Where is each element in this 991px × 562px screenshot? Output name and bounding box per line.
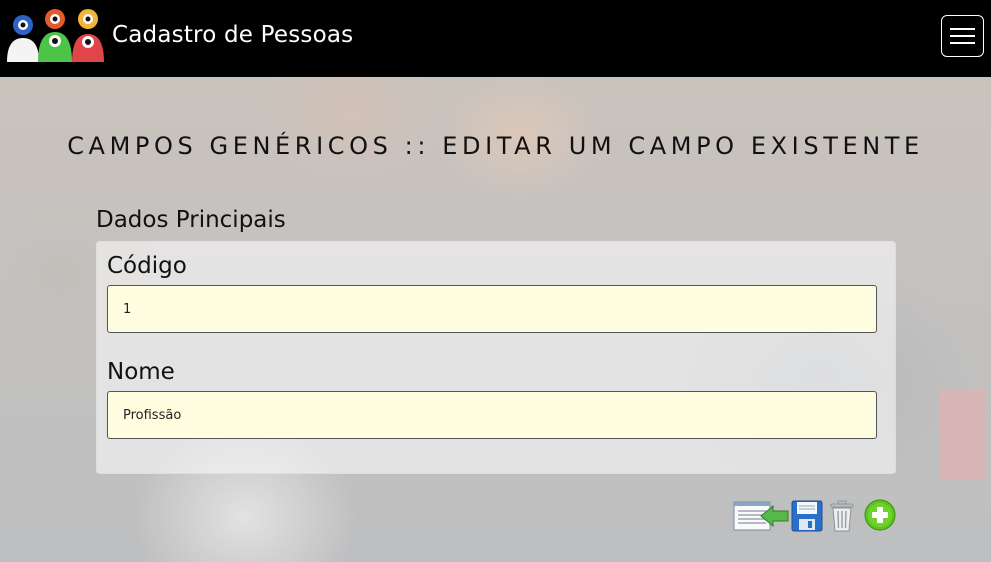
nome-input[interactable] [107,391,877,439]
navbar: Cadastro de Pessoas [0,0,991,77]
hamburger-menu-icon[interactable] [941,15,984,57]
trash-can-icon[interactable] [828,499,856,533]
section-label: Dados Principais [96,207,286,233]
floppy-disk-icon[interactable] [791,500,823,532]
menu-bar [950,42,975,44]
nome-label: Nome [107,359,175,385]
codigo-input[interactable] [107,285,877,333]
people-group-icon [7,9,104,62]
plus-circle-icon[interactable] [864,499,896,531]
list-back-arrow-icon[interactable] [733,500,789,532]
codigo-label: Código [107,253,187,279]
brand-title: Cadastro de Pessoas [112,22,354,48]
form-panel [96,241,896,474]
action-toolbar [733,497,898,535]
page-title: CAMPOS GENÉRICOS :: EDITAR UM CAMPO EXIS… [67,132,924,160]
menu-bar [950,28,975,30]
menu-bar [950,35,975,37]
brand[interactable]: Cadastro de Pessoas [5,6,353,64]
